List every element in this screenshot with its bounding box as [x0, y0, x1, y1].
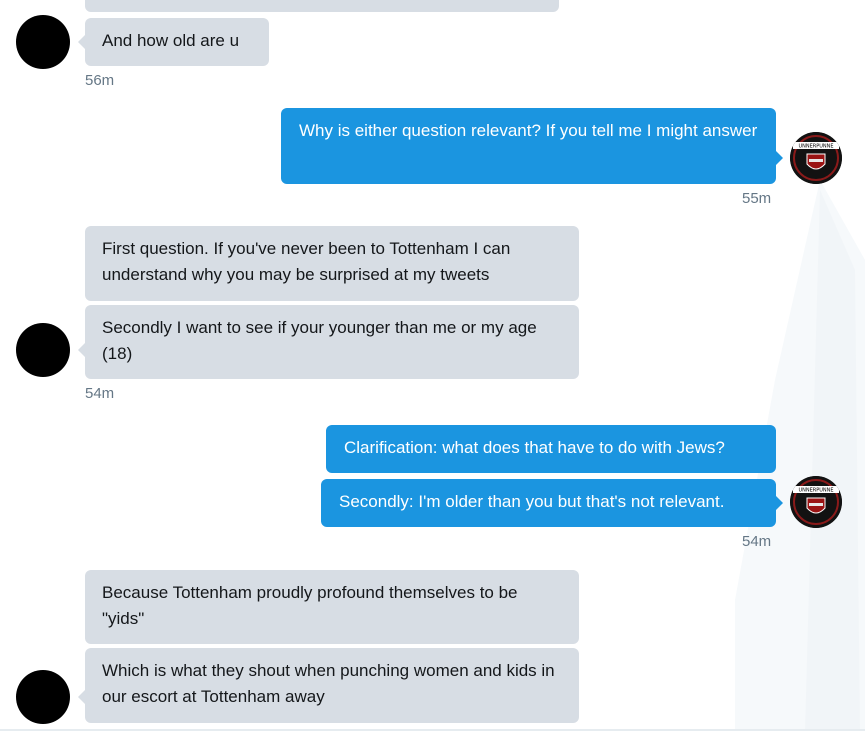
message-timestamp: 54m	[742, 533, 772, 550]
arsenal-crest-icon: UNNERPUNNE	[790, 476, 842, 528]
message-bubble-partial[interactable]	[85, 0, 559, 12]
message-bubble[interactable]: Clarification: what does that have to do…	[326, 425, 776, 473]
bubble-tail	[776, 496, 783, 510]
avatar[interactable]	[16, 323, 70, 377]
message-text: Clarification: what does that have to do…	[344, 438, 725, 457]
message-text: Which is what they shout when punching w…	[102, 661, 555, 706]
avatar-me[interactable]: UNNERPUNNE	[790, 476, 842, 528]
message-text: Secondly I want to see if your younger t…	[102, 318, 537, 363]
avatar[interactable]	[16, 670, 70, 724]
bubble-tail	[78, 343, 85, 357]
message-bubble[interactable]: Secondly: I'm older than you but that's …	[321, 479, 776, 527]
dm-conversation: And how old are u 56m Why is either ques…	[0, 0, 865, 731]
message-bubble[interactable]: Because Tottenham proudly profound thems…	[85, 570, 579, 644]
message-text: First question. If you've never been to …	[102, 239, 511, 284]
message-text: And how old are u	[102, 31, 240, 50]
message-timestamp: 54m	[85, 385, 115, 402]
message-timestamp: 55m	[742, 190, 772, 207]
message-bubble[interactable]: First question. If you've never been to …	[85, 226, 579, 301]
message-bubble[interactable]: Why is either question relevant? If you …	[281, 108, 776, 184]
svg-text:UNNERPUNNE: UNNERPUNNE	[798, 488, 833, 494]
message-bubble[interactable]: Which is what they shout when punching w…	[85, 648, 579, 723]
message-text: Secondly: I'm older than you but that's …	[339, 492, 725, 511]
avatar[interactable]	[16, 15, 70, 69]
svg-text:UNNERPUNNE: UNNERPUNNE	[798, 144, 833, 150]
arsenal-crest-icon: UNNERPUNNE	[790, 132, 842, 184]
avatar-me[interactable]: UNNERPUNNE	[790, 132, 842, 184]
message-text: Because Tottenham proudly profound thems…	[102, 583, 518, 628]
bubble-tail	[78, 35, 85, 49]
message-bubble[interactable]: And how old are u	[85, 18, 269, 66]
message-timestamp: 56m	[85, 72, 115, 89]
bubble-tail	[78, 690, 85, 704]
message-text: Why is either question relevant? If you …	[299, 121, 758, 140]
message-bubble[interactable]: Secondly I want to see if your younger t…	[85, 305, 579, 379]
bubble-tail	[776, 151, 783, 165]
